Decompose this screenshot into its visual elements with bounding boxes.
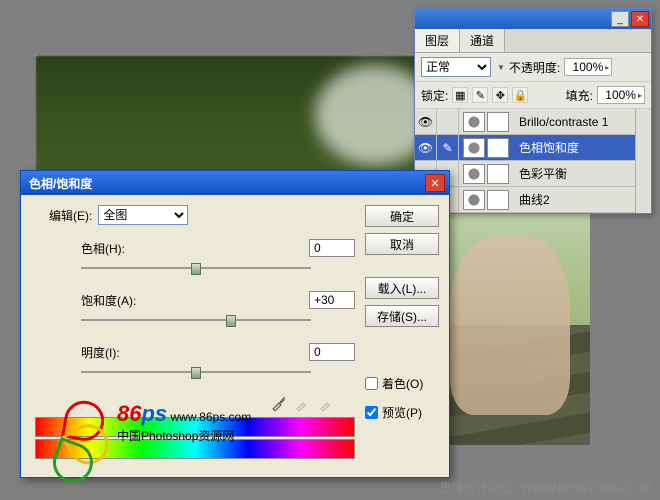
lock-all-icon[interactable]: 🔒 bbox=[512, 87, 528, 103]
lightness-slider[interactable] bbox=[81, 365, 311, 379]
logo-ps: ps bbox=[141, 401, 167, 426]
lock-transparency-icon[interactable]: ▦ bbox=[452, 87, 468, 103]
load-button[interactable]: 载入(L)... bbox=[365, 277, 439, 299]
eyedropper-subtract-icon[interactable] bbox=[319, 395, 335, 411]
watermark-logo: 86ps www.86ps.com 中国Photoshop资源网 bbox=[61, 397, 251, 447]
saturation-slider[interactable] bbox=[81, 313, 311, 327]
preview-label: 预览(P) bbox=[382, 404, 422, 421]
logo-86: 86 bbox=[117, 401, 141, 426]
visibility-eye-icon[interactable]: 👁 bbox=[415, 109, 437, 135]
colorize-label: 着色(O) bbox=[382, 375, 423, 392]
opacity-input[interactable]: 100%▸ bbox=[564, 58, 612, 76]
brush-icon bbox=[437, 109, 459, 135]
scrollbar[interactable] bbox=[635, 109, 651, 213]
mask-thumb bbox=[487, 190, 509, 210]
ok-button[interactable]: 确定 bbox=[365, 205, 439, 227]
lightness-label: 明度(I): bbox=[81, 344, 161, 361]
lock-move-icon[interactable]: ✥ bbox=[492, 87, 508, 103]
hue-label: 色相(H): bbox=[81, 240, 161, 257]
dialog-titlebar[interactable]: 色相/饱和度 ✕ bbox=[21, 171, 449, 195]
panel-tabs: 图层 通道 bbox=[415, 29, 651, 53]
mask-thumb bbox=[487, 164, 509, 184]
layer-name[interactable]: 色彩平衡 bbox=[513, 165, 635, 182]
edit-label: 编辑(E): bbox=[49, 207, 92, 224]
adjustment-thumb bbox=[463, 190, 485, 210]
slider-thumb[interactable] bbox=[191, 263, 201, 275]
lock-brush-icon[interactable]: ✎ bbox=[472, 87, 488, 103]
mask-thumb bbox=[487, 112, 509, 132]
save-button[interactable]: 存储(S)... bbox=[365, 305, 439, 327]
logo-tagline: 中国Photoshop资源网 bbox=[117, 427, 251, 444]
mask-thumb bbox=[487, 138, 509, 158]
eyedropper-icon[interactable] bbox=[271, 395, 287, 411]
layer-row[interactable]: 👁 Brillo/contraste 1 bbox=[415, 109, 635, 135]
chevron-down-icon: ▼ bbox=[497, 63, 505, 72]
adjustment-thumb bbox=[463, 112, 485, 132]
slider-thumb[interactable] bbox=[191, 367, 201, 379]
hue-saturation-dialog: 色相/饱和度 ✕ 编辑(E): 全图 色相(H): bbox=[20, 170, 450, 478]
blend-mode-select[interactable]: 正常 bbox=[421, 57, 491, 77]
brush-icon: ✎ bbox=[437, 135, 459, 161]
tab-layers[interactable]: 图层 bbox=[415, 29, 460, 52]
tab-channels[interactable]: 通道 bbox=[460, 29, 505, 52]
adjustment-thumb bbox=[463, 164, 485, 184]
hue-input[interactable] bbox=[309, 239, 355, 257]
layer-name[interactable]: 色相饱和度 bbox=[513, 139, 635, 156]
lightness-input[interactable] bbox=[309, 343, 355, 361]
footer-watermark: 思缘设计论坛 · WWW.MISSYUAN.COM bbox=[440, 479, 652, 496]
edit-select[interactable]: 全图 bbox=[98, 205, 188, 225]
lock-label: 锁定: bbox=[421, 87, 448, 104]
eyedropper-add-icon[interactable] bbox=[295, 395, 311, 411]
layer-controls-row1: 正常 ▼ 不透明度: 100%▸ bbox=[415, 53, 651, 82]
layer-controls-row2: 锁定: ▦ ✎ ✥ 🔒 填充: 100%▸ bbox=[415, 82, 651, 109]
colorize-checkbox[interactable] bbox=[365, 377, 378, 390]
panel-titlebar: _ ✕ bbox=[415, 9, 651, 29]
slider-thumb[interactable] bbox=[226, 315, 236, 327]
fill-label: 填充: bbox=[566, 87, 593, 104]
opacity-label: 不透明度: bbox=[509, 59, 560, 76]
panel-close-button[interactable]: ✕ bbox=[631, 11, 649, 27]
layer-name[interactable]: Brillo/contraste 1 bbox=[513, 115, 635, 129]
layer-row[interactable]: 👁 ✎ 色相饱和度 bbox=[415, 135, 635, 161]
dialog-title: 色相/饱和度 bbox=[25, 175, 92, 192]
saturation-input[interactable] bbox=[309, 291, 355, 309]
visibility-eye-icon[interactable]: 👁 bbox=[415, 135, 437, 161]
logo-url: www.86ps.com bbox=[171, 410, 252, 424]
panel-minimize-button[interactable]: _ bbox=[611, 11, 629, 27]
dialog-close-button[interactable]: ✕ bbox=[425, 174, 445, 192]
saturation-label: 饱和度(A): bbox=[81, 292, 161, 309]
layer-name[interactable]: 曲线2 bbox=[513, 191, 635, 208]
adjustment-thumb bbox=[463, 138, 485, 158]
hue-slider[interactable] bbox=[81, 261, 311, 275]
fill-input[interactable]: 100%▸ bbox=[597, 86, 645, 104]
preview-checkbox[interactable] bbox=[365, 406, 378, 419]
cancel-button[interactable]: 取消 bbox=[365, 233, 439, 255]
logo-swirl-icon bbox=[61, 397, 111, 447]
